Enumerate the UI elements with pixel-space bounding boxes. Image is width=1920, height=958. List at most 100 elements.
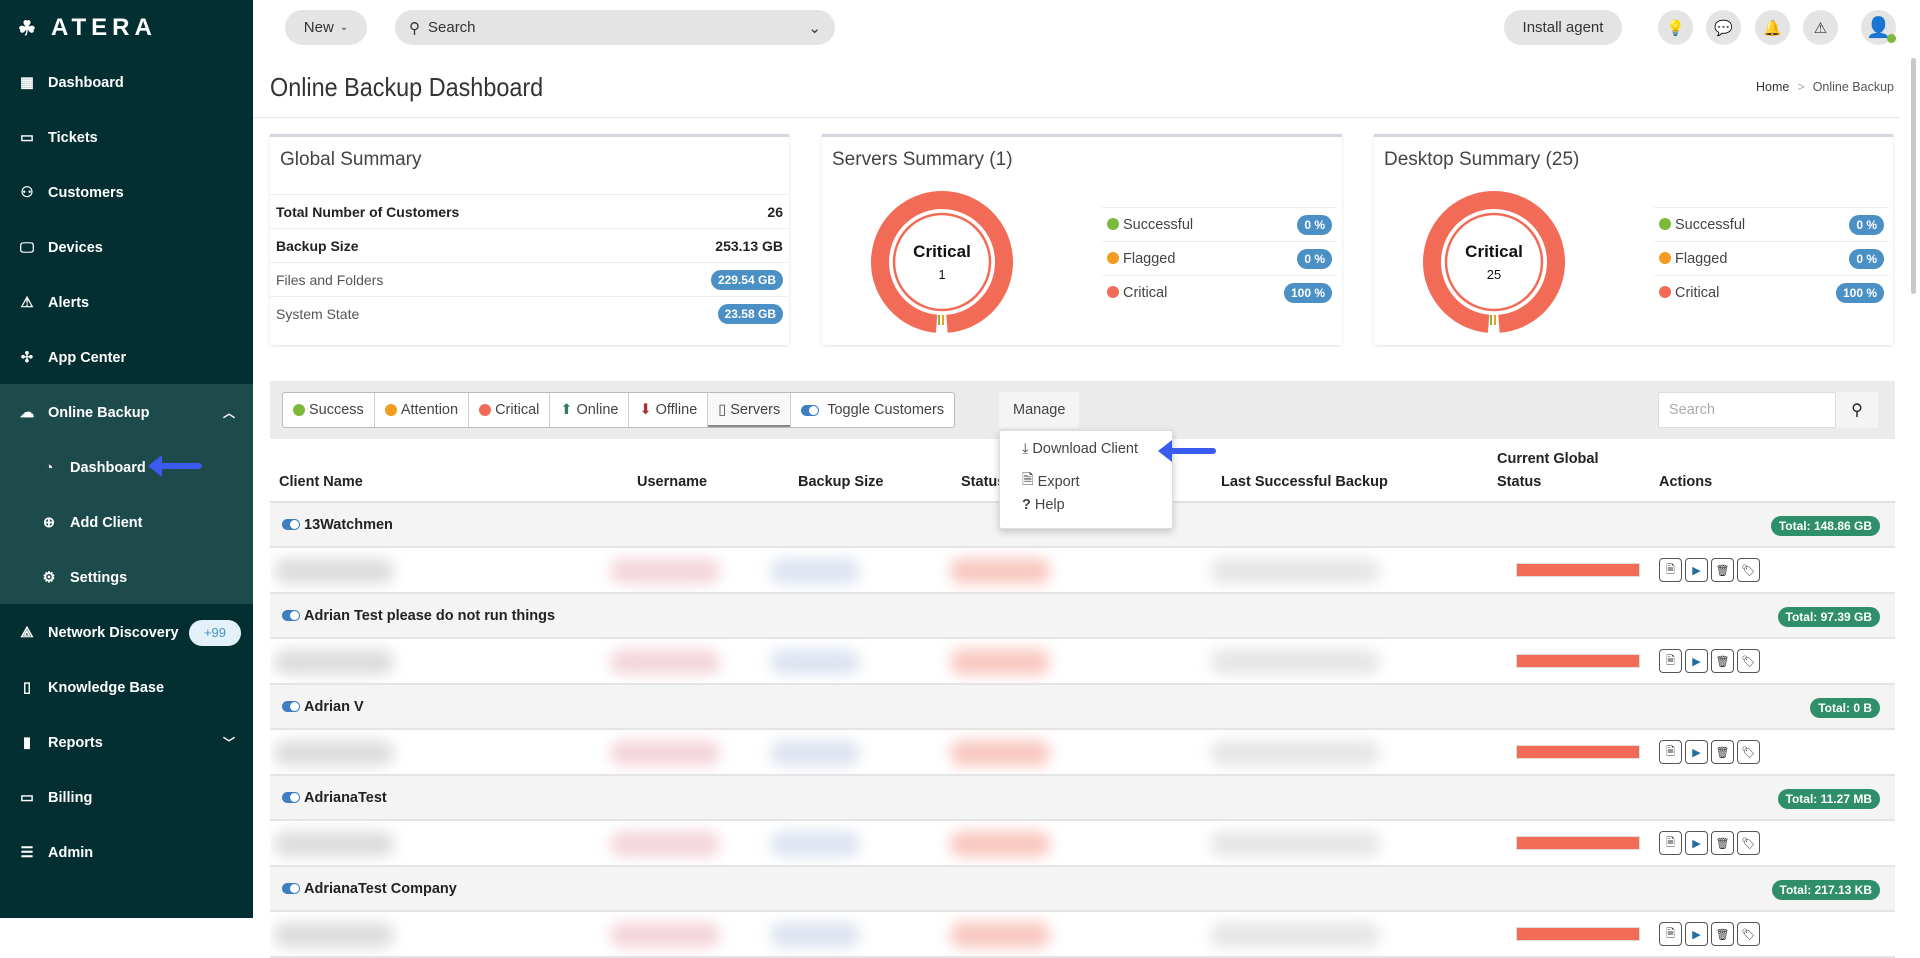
table-search-input[interactable]: Search bbox=[1658, 392, 1836, 428]
status-donut-chart bbox=[1423, 191, 1565, 333]
trash-button[interactable]: 🗑 bbox=[1711, 558, 1734, 582]
lightbulb-icon[interactable]: 💡 bbox=[1658, 10, 1693, 45]
report-button[interactable]: 🗎 bbox=[1659, 649, 1682, 673]
table-row[interactable]: 🗎 ▶ 🗑 🏷 bbox=[270, 912, 1895, 958]
trash-button[interactable]: 🗑 bbox=[1711, 922, 1734, 946]
legend-percent: 100 % bbox=[1283, 282, 1332, 303]
customer-total-badge: Total: 148.86 GB bbox=[1770, 516, 1880, 536]
summary-label: Files and Folders bbox=[276, 271, 384, 288]
toggle-icon[interactable] bbox=[282, 610, 300, 621]
sidebar-item-admin[interactable]: ☰ Admin bbox=[0, 825, 253, 880]
sidebar-item-alerts[interactable]: ⚠ Alerts bbox=[0, 275, 253, 330]
trash-button[interactable]: 🗑 bbox=[1711, 831, 1734, 855]
sidebar-item-label: Settings bbox=[70, 569, 128, 586]
filter-online[interactable]: ⬆ Online bbox=[550, 393, 630, 427]
report-button[interactable]: 🗎 bbox=[1659, 558, 1682, 582]
cloud-upload-icon: ☁ bbox=[19, 404, 35, 421]
customer-total-badge: Total: 97.39 GB bbox=[1777, 607, 1880, 627]
sidebar-item-knowledge-base[interactable]: ▯ Knowledge Base bbox=[0, 660, 253, 715]
report-button[interactable]: 🗎 bbox=[1659, 831, 1682, 855]
breadcrumb-home[interactable]: Home bbox=[1756, 80, 1789, 94]
search-icon: ⚲ bbox=[1851, 402, 1863, 419]
filter-critical[interactable]: Critical bbox=[469, 393, 551, 427]
tag-button[interactable]: 🏷 bbox=[1737, 558, 1760, 582]
filter-servers[interactable]: ▯ Servers bbox=[708, 393, 792, 427]
toggle-icon[interactable] bbox=[282, 792, 300, 803]
filter-attention[interactable]: Attention bbox=[375, 393, 470, 427]
customer-group-row[interactable]: AdrianaTest Total: 11.27 MB bbox=[270, 776, 1895, 821]
legend-row: Critical 100 % bbox=[1654, 275, 1889, 309]
play-button[interactable]: ▶ bbox=[1685, 922, 1708, 946]
global-search[interactable]: ⚲ Search ⌄ bbox=[395, 10, 835, 45]
toggle-icon[interactable] bbox=[282, 519, 300, 530]
search-button[interactable]: ⚲ bbox=[1836, 392, 1878, 428]
donut-flagged-sliver bbox=[942, 315, 944, 325]
report-button[interactable]: 🗎 bbox=[1659, 922, 1682, 946]
legend-percent: 0 % bbox=[1849, 248, 1884, 269]
table-row[interactable]: 🗎 ▶ 🗑 🏷 bbox=[270, 730, 1895, 776]
install-agent-button[interactable]: Install agent bbox=[1504, 10, 1622, 45]
toggle-icon[interactable] bbox=[282, 701, 300, 712]
table-row[interactable]: 🗎 ▶ 🗑 🏷 bbox=[270, 639, 1895, 685]
sidebar-item-billing[interactable]: ▭ Billing bbox=[0, 770, 253, 825]
play-icon: ▶ bbox=[1692, 564, 1701, 577]
col-client-name[interactable]: Client Name bbox=[279, 474, 363, 490]
tag-button[interactable]: 🏷 bbox=[1737, 649, 1760, 673]
report-button[interactable]: 🗎 bbox=[1659, 740, 1682, 764]
legend: Successful 0 % Flagged 0 % Critical 100 % bbox=[1102, 207, 1337, 317]
sidebar-item-devices[interactable]: 🖵 Devices bbox=[0, 220, 253, 275]
play-button[interactable]: ▶ bbox=[1685, 831, 1708, 855]
play-button[interactable]: ▶ bbox=[1685, 558, 1708, 582]
customer-group-row[interactable]: Adrian Test please do not run things Tota… bbox=[270, 594, 1895, 639]
sidebar-item-settings[interactable]: ⚙ Settings bbox=[0, 550, 253, 605]
sidebar-item-add-client[interactable]: ⊕ Add Client bbox=[0, 495, 253, 550]
menu-item-download-client[interactable]: ⤓ Download Client bbox=[1022, 441, 1138, 457]
sidebar-item-app-center[interactable]: ✣ App Center bbox=[0, 330, 253, 385]
chat-icon[interactable]: 💬 bbox=[1706, 10, 1741, 45]
trash-button[interactable]: 🗑 bbox=[1711, 649, 1734, 673]
bar-chart-icon: ▮ bbox=[23, 734, 31, 751]
sidebar-item-dashboard[interactable]: ◔ Dashboard bbox=[0, 440, 253, 495]
warning-icon[interactable]: ⚠ bbox=[1803, 10, 1838, 45]
donut-center-label: Critical bbox=[913, 242, 971, 261]
trash-button[interactable]: 🗑 bbox=[1711, 740, 1734, 764]
new-button[interactable]: New ⌄ bbox=[285, 10, 367, 45]
card-title: Desktop Summary (25) bbox=[1384, 149, 1580, 170]
col-global-status-line1[interactable]: Current Global bbox=[1497, 451, 1599, 467]
tag-button[interactable]: 🏷 bbox=[1737, 740, 1760, 764]
filter-success[interactable]: Success bbox=[283, 393, 375, 427]
manage-button[interactable]: Manage bbox=[999, 392, 1080, 428]
report-icon: 🗎 bbox=[1666, 654, 1675, 667]
filter-label: Success bbox=[309, 402, 364, 418]
menu-item-help[interactable]: ? Help bbox=[1022, 497, 1065, 513]
redacted-cell bbox=[274, 649, 394, 675]
tag-button[interactable]: 🏷 bbox=[1737, 922, 1760, 946]
play-button[interactable]: ▶ bbox=[1685, 740, 1708, 764]
filter-toggle-customers[interactable]: Toggle Customers bbox=[791, 393, 954, 427]
sidebar-item-tickets[interactable]: ▭ Tickets bbox=[0, 110, 253, 165]
customer-group-row[interactable]: AdrianaTest Company Total: 217.13 KB bbox=[270, 867, 1895, 912]
table-row[interactable]: 🗎 ▶ 🗑 🏷 bbox=[270, 821, 1895, 867]
chevron-down-icon: ⌄ bbox=[808, 19, 821, 37]
sidebar-item-customers[interactable]: ⚇ Customers bbox=[0, 165, 253, 220]
tag-button[interactable]: 🏷 bbox=[1737, 831, 1760, 855]
col-last-backup[interactable]: Last Successful Backup bbox=[1221, 474, 1388, 490]
customer-group-row[interactable]: Adrian V Total: 0 B bbox=[270, 685, 1895, 730]
sidebar-item-dashboard[interactable]: ▦ Dashboard bbox=[0, 55, 253, 110]
col-username[interactable]: Username bbox=[637, 474, 707, 490]
toggle-icon[interactable] bbox=[282, 883, 300, 894]
filter-offline[interactable]: ⬇ Offline bbox=[629, 393, 709, 427]
bell-icon[interactable]: 🔔 bbox=[1755, 10, 1790, 45]
sidebar-item-online-backup[interactable]: ☁ Online Backup ︿ bbox=[0, 385, 253, 440]
col-global-status-line2[interactable]: Status bbox=[1497, 474, 1541, 490]
table-row[interactable]: 🗎 ▶ 🗑 🏷 bbox=[270, 548, 1895, 594]
col-backup-size[interactable]: Backup Size bbox=[798, 474, 883, 490]
avatar[interactable]: 👤 bbox=[1861, 10, 1896, 45]
sidebar-item-reports[interactable]: ▮ Reports ﹀ bbox=[0, 715, 253, 770]
atera-logo[interactable]: ☘ ATERA bbox=[18, 14, 157, 42]
sidebar-item-network-discovery[interactable]: ⟁ Network Discovery +99 bbox=[0, 605, 253, 660]
menu-item-export[interactable]: 🗎 Export bbox=[1022, 469, 1080, 494]
redacted-cell bbox=[610, 558, 720, 584]
scrollbar[interactable] bbox=[1911, 58, 1916, 294]
play-button[interactable]: ▶ bbox=[1685, 649, 1708, 673]
